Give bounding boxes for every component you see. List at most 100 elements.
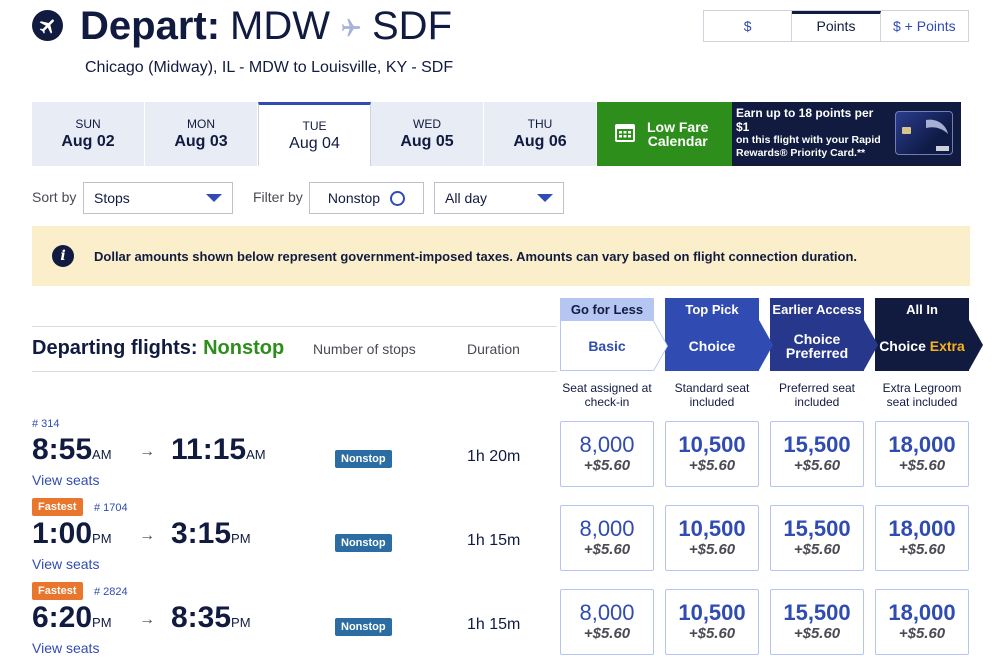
fare-price-basic[interactable]: 8,000 +$5.60 bbox=[560, 421, 654, 487]
time-of-day-dropdown[interactable]: All day bbox=[434, 182, 564, 214]
route-subtitle: Chicago (Midway), IL - MDW to Louisville… bbox=[85, 59, 454, 76]
sort-dropdown[interactable]: Stops bbox=[83, 182, 233, 214]
fastest-badge: Fastest bbox=[32, 498, 83, 516]
fare-tag: Earlier Access bbox=[770, 298, 864, 320]
fare-price-basic[interactable]: 8,000 +$5.60 bbox=[560, 589, 654, 655]
page-title: Depart: MDW SDF bbox=[80, 3, 452, 49]
flight-duration: 1h 15m bbox=[467, 532, 521, 549]
date-tab-sun[interactable]: SUN Aug 02 bbox=[32, 102, 145, 166]
view-seats-link[interactable]: View seats bbox=[32, 472, 99, 488]
date-dow: SUN bbox=[75, 117, 101, 131]
promo-line2: on this flight with your Rapid bbox=[736, 134, 881, 146]
fare-price-choice-preferred[interactable]: 15,500 +$5.60 bbox=[770, 421, 864, 487]
date-label: Aug 02 bbox=[61, 133, 115, 150]
departure-time: 1:00PM bbox=[32, 517, 112, 550]
fare-price-choice-preferred[interactable]: 15,500 +$5.60 bbox=[770, 505, 864, 571]
date-tab-tue[interactable]: TUE Aug 04 bbox=[258, 102, 371, 166]
view-seats-link[interactable]: View seats bbox=[32, 556, 99, 572]
flight-duration: 1h 20m bbox=[467, 448, 521, 465]
credit-card-promo[interactable]: Earn up to 18 points per $1 on this flig… bbox=[732, 102, 961, 166]
fare-tag: Go for Less bbox=[560, 298, 654, 320]
origin-code: MDW bbox=[230, 4, 330, 48]
fare-name: Basic bbox=[588, 337, 626, 354]
low-fare-line2: Calendar bbox=[647, 133, 708, 149]
flight-number[interactable]: # 314 bbox=[32, 418, 60, 430]
date-label: Aug 05 bbox=[400, 133, 454, 150]
low-fare-line1: Low Fare bbox=[647, 119, 709, 135]
chevron-down-icon bbox=[537, 194, 553, 202]
stops-badge[interactable]: Nonstop bbox=[335, 618, 392, 636]
flight-number[interactable]: # 2824 bbox=[94, 586, 128, 598]
credit-card-image bbox=[895, 111, 953, 155]
info-icon: i bbox=[52, 245, 74, 267]
fastest-badge: Fastest bbox=[32, 582, 83, 600]
heading-filter: Nonstop bbox=[203, 337, 285, 359]
date-selector: SUN Aug 02 MON Aug 03 TUE Aug 04 WED Aug… bbox=[32, 102, 597, 166]
chevron-down-icon bbox=[206, 194, 222, 202]
currency-toggle: $ Points $ + Points bbox=[703, 10, 969, 42]
depart-label: Depart: bbox=[80, 4, 221, 48]
departure-time: 6:20PM bbox=[32, 601, 112, 634]
date-label: Aug 03 bbox=[174, 133, 228, 150]
fare-price-choice-extra[interactable]: 18,000 +$5.60 bbox=[875, 589, 969, 655]
sort-label: Sort by bbox=[32, 189, 77, 205]
arrival-time: 3:15PM bbox=[171, 517, 251, 550]
date-dow: MON bbox=[187, 117, 215, 131]
date-tab-mon[interactable]: MON Aug 03 bbox=[145, 102, 258, 166]
fare-price-choice[interactable]: 10,500 +$5.60 bbox=[665, 421, 759, 487]
fare-header-choice-extra: All In Choice Extra bbox=[875, 298, 983, 371]
date-tab-thu[interactable]: THU Aug 06 bbox=[484, 102, 597, 166]
promo-line3: Rewards® Priority Card.** bbox=[736, 147, 866, 159]
destination-code: SDF bbox=[372, 4, 452, 48]
fare-description: Preferred seat included bbox=[778, 381, 856, 409]
departure-time: 8:55AM bbox=[32, 433, 112, 466]
date-label: Aug 04 bbox=[289, 134, 340, 152]
stops-badge[interactable]: Nonstop bbox=[335, 450, 392, 468]
fare-description: Seat assigned at check-in bbox=[562, 381, 652, 409]
departing-flights-heading: Departing flights: Nonstop bbox=[32, 337, 284, 360]
heading-text: Departing flights: bbox=[32, 337, 198, 359]
sort-value: Stops bbox=[94, 190, 130, 206]
divider bbox=[32, 326, 557, 327]
flight-number[interactable]: # 1704 bbox=[94, 502, 128, 514]
view-seats-link[interactable]: View seats bbox=[32, 640, 99, 656]
filter-label: Filter by bbox=[253, 189, 303, 205]
arrow-right-icon: → bbox=[139, 527, 155, 544]
nonstop-filter-button[interactable]: Nonstop bbox=[309, 182, 424, 214]
arrival-time: 8:35PM bbox=[171, 601, 251, 634]
fare-name: Choice bbox=[879, 337, 926, 354]
date-dow: THU bbox=[527, 117, 553, 131]
tax-notice-banner: i Dollar amounts shown below represent g… bbox=[32, 226, 970, 286]
fare-description: Standard seat included bbox=[674, 381, 750, 409]
fare-price-choice-preferred[interactable]: 15,500 +$5.60 bbox=[770, 589, 864, 655]
fare-price-choice[interactable]: 10,500 +$5.60 bbox=[665, 589, 759, 655]
column-header-stops: Number of stops bbox=[313, 341, 416, 357]
stops-badge[interactable]: Nonstop bbox=[335, 534, 392, 552]
low-fare-calendar-button[interactable]: Low Fare Calendar bbox=[597, 102, 732, 166]
arrow-right-icon: → bbox=[139, 611, 155, 628]
fare-name-line2: Preferred bbox=[785, 344, 849, 361]
fare-price-choice-extra[interactable]: 18,000 +$5.60 bbox=[875, 421, 969, 487]
fare-tag: Top Pick bbox=[665, 298, 759, 320]
fare-price-basic[interactable]: 8,000 +$5.60 bbox=[560, 505, 654, 571]
fare-header-choice: Top Pick Choice bbox=[665, 298, 773, 371]
fare-price-choice-extra[interactable]: 18,000 +$5.60 bbox=[875, 505, 969, 571]
divider bbox=[32, 371, 557, 372]
radio-circle-icon bbox=[390, 190, 406, 206]
fare-header-choice-preferred: Earlier Access Choice Preferred bbox=[770, 298, 878, 371]
tax-notice-text: Dollar amounts shown below represent gov… bbox=[94, 248, 858, 264]
fare-price-choice[interactable]: 10,500 +$5.60 bbox=[665, 505, 759, 571]
nonstop-filter-label: Nonstop bbox=[327, 190, 381, 206]
currency-dollars-button[interactable]: $ bbox=[704, 11, 793, 41]
calendar-icon bbox=[615, 122, 635, 147]
column-header-duration: Duration bbox=[467, 341, 520, 357]
currency-dollars-points-button[interactable]: $ + Points bbox=[881, 11, 968, 41]
arrival-time: 11:15AM bbox=[171, 433, 266, 466]
plane-icon bbox=[32, 10, 63, 41]
currency-points-button[interactable]: Points bbox=[792, 11, 881, 41]
fare-header-basic: Go for Less Basic bbox=[560, 298, 654, 371]
date-tab-wed[interactable]: WED Aug 05 bbox=[371, 102, 484, 166]
plane-small-icon bbox=[340, 3, 362, 49]
date-dow: TUE bbox=[302, 118, 327, 133]
fare-tag: All In bbox=[875, 298, 969, 320]
